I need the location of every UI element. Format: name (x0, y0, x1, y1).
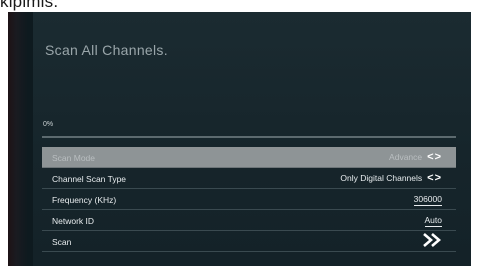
progress-label: 0% (43, 121, 54, 128)
setting-value-text: Advance (389, 152, 423, 162)
tv-screen: Scan All Channels. 0% Scan Mode Advance … (8, 12, 471, 266)
network-id-input[interactable]: Auto (424, 215, 442, 227)
setting-value-text: Only Digital Channels (340, 173, 423, 183)
setting-value[interactable]: Auto (424, 215, 442, 227)
caption-text: kipimis. (0, 0, 59, 11)
settings-list: Scan Mode Advance <> Channel Scan Type O… (42, 147, 456, 252)
setting-network-id[interactable]: Network ID Auto (42, 210, 456, 231)
left-right-arrows-icon[interactable]: <> (427, 172, 442, 183)
setting-value[interactable]: Advance <> (389, 151, 442, 162)
setting-value[interactable]: Only Digital Channels <> (340, 172, 442, 183)
setting-scan[interactable]: Scan (42, 231, 456, 252)
scan-menu-panel: Scan All Channels. 0% Scan Mode Advance … (33, 12, 471, 266)
screen-bezel (8, 12, 28, 266)
setting-label: Network ID (52, 216, 95, 226)
setting-label: Channel Scan Type (52, 174, 127, 184)
setting-label: Frequency (KHz) (52, 195, 117, 205)
setting-value[interactable]: 306000 (413, 194, 442, 206)
setting-label: Scan Mode (52, 153, 95, 163)
setting-frequency[interactable]: Frequency (KHz) 306000 (42, 189, 456, 210)
setting-channel-scan-type[interactable]: Channel Scan Type Only Digital Channels … (42, 168, 456, 189)
setting-label: Scan (52, 237, 72, 247)
page-title: Scan All Channels. (45, 42, 168, 58)
setting-scan-mode[interactable]: Scan Mode Advance <> (42, 147, 456, 168)
frequency-input[interactable]: 306000 (413, 194, 442, 206)
double-chevron-right-icon[interactable] (422, 232, 442, 248)
left-right-arrows-icon[interactable]: <> (427, 151, 442, 162)
progress-bar (42, 136, 456, 138)
